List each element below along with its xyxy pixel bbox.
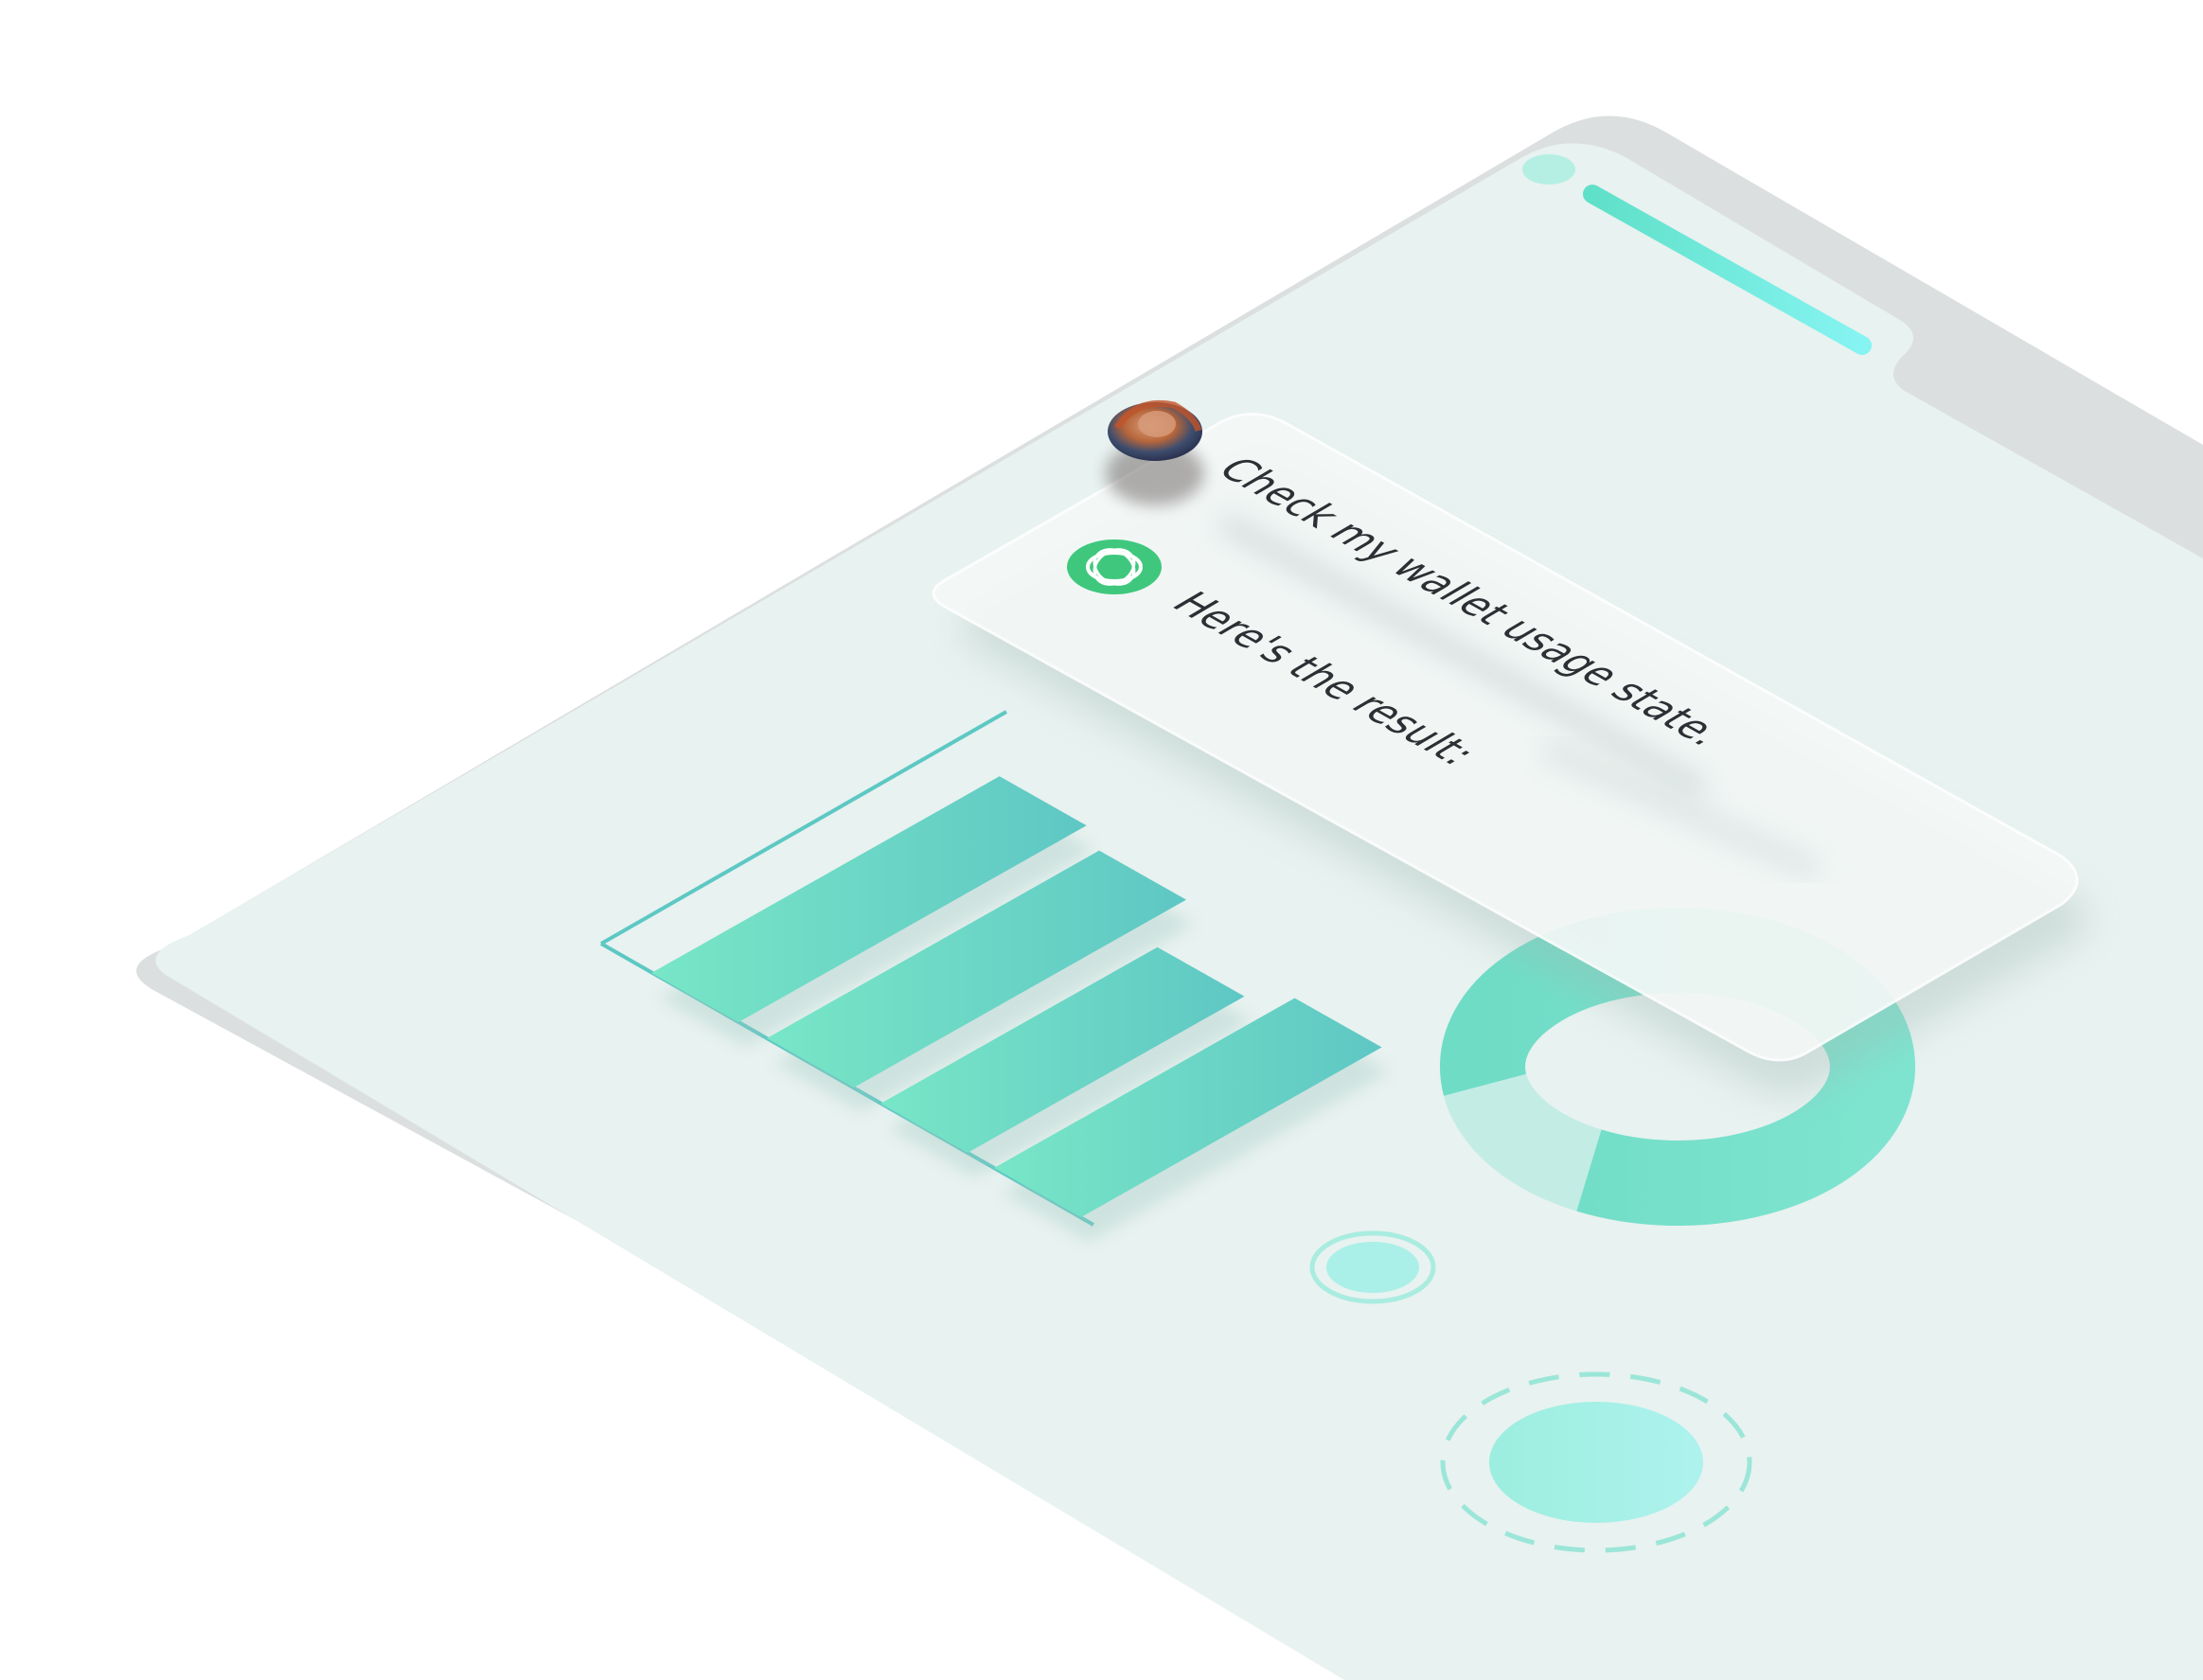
user-avatar[interactable] [1106, 399, 1204, 505]
status-dot [1522, 154, 1575, 185]
scene-canvas: Check my wallet usage state. Here's the … [136, 115, 2203, 1680]
isometric-wallet-scene: Check my wallet usage state. Here's the … [0, 0, 2203, 1680]
small-ring-button[interactable] [1309, 1230, 1436, 1304]
assistant-logo-icon [1067, 539, 1162, 594]
